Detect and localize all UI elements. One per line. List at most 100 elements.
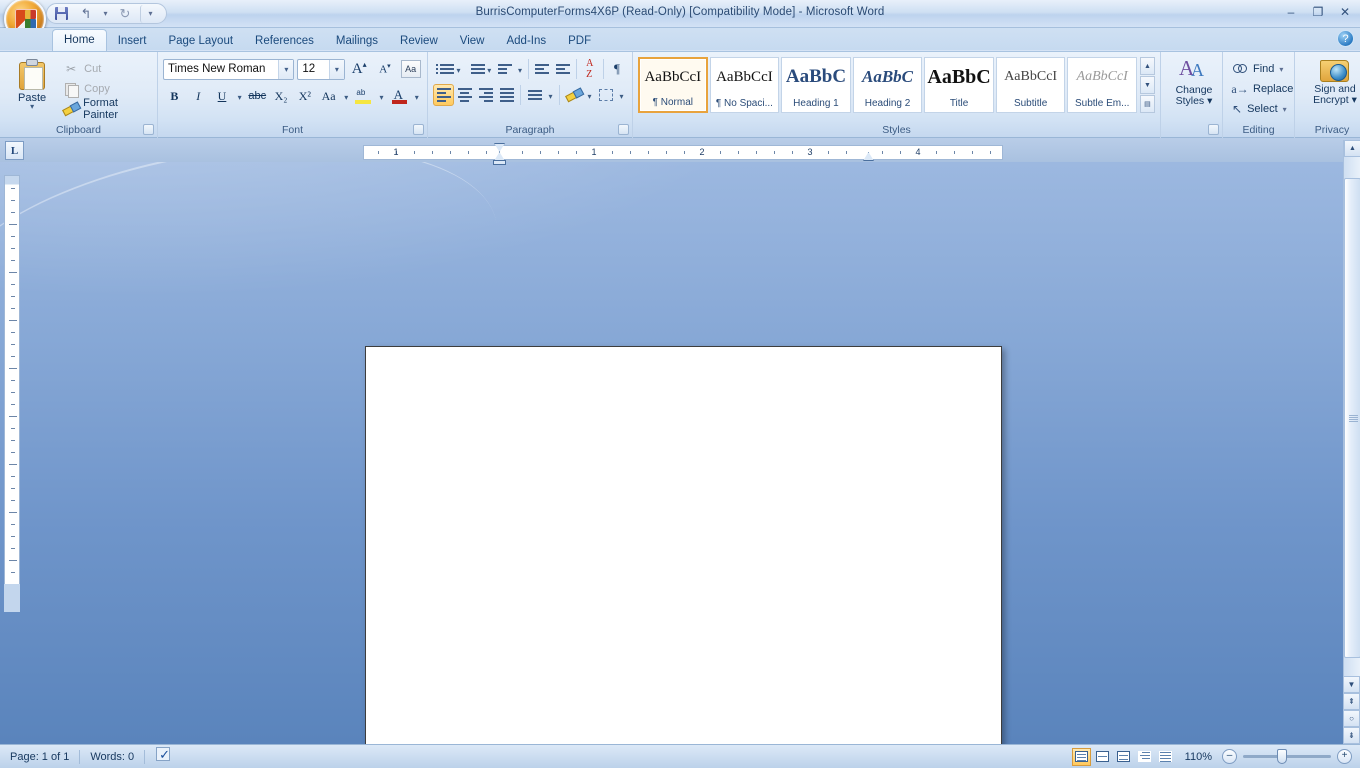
multilevel-dropdown[interactable]: ▾ bbox=[515, 58, 526, 80]
style-heading-2[interactable]: AaBbC Heading 2 bbox=[852, 57, 923, 113]
scroll-down-button[interactable]: ▼ bbox=[1343, 676, 1360, 693]
line-spacing-dropdown[interactable]: ▾ bbox=[545, 84, 556, 106]
scrollbar-thumb[interactable] bbox=[1344, 178, 1360, 658]
view-web-layout-button[interactable] bbox=[1114, 748, 1133, 766]
minimize-button[interactable]: – bbox=[1282, 4, 1300, 19]
format-painter-button[interactable]: Format Painter bbox=[59, 97, 152, 121]
vertical-scrollbar[interactable]: ▲ ▼ ⇞ ○ ⇟ bbox=[1343, 140, 1360, 744]
left-indent-marker[interactable] bbox=[493, 160, 506, 165]
style-no-spacing[interactable]: AaBbCcI ¶ No Spaci... bbox=[709, 57, 780, 113]
subscript-button[interactable]: X₂ bbox=[270, 85, 293, 107]
bullets-dropdown[interactable]: ▾ bbox=[453, 58, 464, 80]
change-case-dropdown[interactable]: ▾ bbox=[341, 85, 351, 107]
multilevel-list-button[interactable] bbox=[495, 58, 515, 80]
zoom-slider[interactable]: – + bbox=[1222, 749, 1352, 764]
italic-button[interactable]: I bbox=[187, 85, 210, 107]
justify-button[interactable] bbox=[496, 84, 517, 106]
style-normal[interactable]: AaBbCcI ¶ Normal bbox=[638, 57, 708, 113]
zoom-out-button[interactable]: – bbox=[1222, 749, 1237, 764]
zoom-thumb[interactable] bbox=[1277, 749, 1287, 764]
font-size-combo[interactable]: 12 ▾ bbox=[297, 58, 345, 80]
show-formatting-marks-button[interactable]: ¶ bbox=[607, 58, 627, 80]
strikethrough-button[interactable]: abc bbox=[246, 85, 269, 107]
sign-and-encrypt-button[interactable]: Sign and Encrypt ▾ bbox=[1300, 55, 1360, 117]
tab-review[interactable]: Review bbox=[389, 31, 449, 51]
grow-font-button[interactable]: A▴ bbox=[348, 58, 371, 80]
underline-dropdown[interactable]: ▾ bbox=[234, 85, 244, 107]
shading-dropdown[interactable]: ▾ bbox=[584, 84, 595, 106]
style-subtle-emphasis[interactable]: AaBbCcI Subtle Em... bbox=[1067, 57, 1137, 113]
font-dialog-launcher[interactable] bbox=[413, 124, 424, 135]
tab-mailings[interactable]: Mailings bbox=[325, 31, 389, 51]
previous-page-button[interactable]: ⇞ bbox=[1343, 693, 1360, 710]
word-count[interactable]: Words: 0 bbox=[80, 746, 144, 768]
view-full-screen-reading-button[interactable] bbox=[1093, 748, 1112, 766]
styles-dialog-launcher[interactable] bbox=[1208, 124, 1219, 135]
tab-stop-selector[interactable]: L bbox=[5, 141, 24, 160]
align-right-button[interactable] bbox=[475, 84, 496, 106]
paragraph-dialog-launcher[interactable] bbox=[618, 124, 629, 135]
scroll-up-button[interactable]: ▲ bbox=[1344, 140, 1360, 157]
tab-home[interactable]: Home bbox=[52, 29, 107, 51]
select-button[interactable]: ↖ Select ▾ bbox=[1228, 99, 1289, 119]
font-name-combo[interactable]: Times New Roman ▾ bbox=[163, 58, 295, 80]
clear-formatting-button[interactable]: Aa bbox=[399, 58, 422, 80]
font-color-button[interactable]: A bbox=[388, 85, 411, 107]
align-left-button[interactable] bbox=[433, 84, 454, 106]
bullets-button[interactable] bbox=[433, 58, 455, 80]
style-subtitle[interactable]: AaBbCcI Subtitle bbox=[995, 57, 1066, 113]
change-styles-button[interactable]: AA Change Styles ▾ bbox=[1166, 55, 1222, 117]
highlight-dropdown[interactable]: ▾ bbox=[376, 85, 386, 107]
borders-dropdown[interactable]: ▾ bbox=[616, 84, 627, 106]
borders-button[interactable] bbox=[595, 84, 616, 106]
page-indicator[interactable]: Page: 1 of 1 bbox=[0, 746, 79, 768]
next-page-button[interactable]: ⇟ bbox=[1343, 727, 1360, 744]
tab-page-layout[interactable]: Page Layout bbox=[157, 31, 244, 51]
zoom-track[interactable] bbox=[1243, 749, 1331, 764]
tab-insert[interactable]: Insert bbox=[107, 31, 158, 51]
close-button[interactable]: ✕ bbox=[1336, 4, 1354, 19]
tab-add-ins[interactable]: Add-Ins bbox=[495, 31, 557, 51]
shading-button[interactable] bbox=[563, 84, 584, 106]
highlight-button[interactable]: ab bbox=[352, 85, 375, 107]
align-center-button[interactable] bbox=[454, 84, 475, 106]
line-spacing-button[interactable] bbox=[524, 84, 545, 106]
select-browse-object-button[interactable]: ○ bbox=[1343, 710, 1360, 727]
copy-button[interactable]: Copy bbox=[59, 79, 152, 99]
find-button[interactable]: Find ▾ bbox=[1228, 59, 1289, 79]
tab-references[interactable]: References bbox=[244, 31, 325, 51]
style-title[interactable]: AaBbC Title bbox=[924, 57, 994, 113]
cut-button[interactable]: ✂ Cut bbox=[59, 59, 152, 79]
zoom-in-button[interactable]: + bbox=[1337, 749, 1352, 764]
underline-button[interactable]: U bbox=[211, 85, 234, 107]
tab-pdf[interactable]: PDF bbox=[557, 31, 602, 51]
replace-button[interactable]: a→ Replace bbox=[1228, 79, 1293, 99]
increase-indent-button[interactable] bbox=[553, 58, 573, 80]
font-color-dropdown[interactable]: ▾ bbox=[412, 85, 422, 107]
shrink-font-button[interactable]: A▾ bbox=[374, 58, 397, 80]
styles-more-button[interactable]: ▤ bbox=[1139, 95, 1155, 113]
horizontal-ruler[interactable]: 1 1 2 3 4 bbox=[363, 145, 1003, 160]
styles-scroll-up-button[interactable]: ▲ bbox=[1139, 57, 1155, 75]
strikethrough-icon: abc bbox=[248, 90, 267, 102]
style-heading-1[interactable]: AaBbC Heading 1 bbox=[781, 57, 851, 113]
decrease-indent-button[interactable] bbox=[532, 58, 552, 80]
view-draft-button[interactable] bbox=[1156, 748, 1175, 766]
change-case-button[interactable]: Aa bbox=[317, 85, 340, 107]
numbering-button[interactable] bbox=[464, 58, 485, 80]
help-icon[interactable]: ? bbox=[1337, 30, 1354, 47]
restore-button[interactable]: ❐ bbox=[1309, 4, 1327, 19]
clipboard-dialog-launcher[interactable] bbox=[143, 124, 154, 135]
proofing-status-button[interactable] bbox=[145, 746, 165, 768]
vertical-ruler[interactable] bbox=[4, 175, 20, 612]
superscript-button[interactable]: X² bbox=[293, 85, 316, 107]
styles-scroll-down-button[interactable]: ▼ bbox=[1139, 76, 1155, 94]
bold-button[interactable]: B bbox=[163, 85, 186, 107]
numbering-dropdown[interactable]: ▾ bbox=[484, 58, 495, 80]
document-page[interactable] bbox=[365, 346, 1002, 768]
zoom-level[interactable]: 110% bbox=[1177, 751, 1220, 763]
view-print-layout-button[interactable] bbox=[1071, 747, 1091, 766]
sort-button[interactable]: AZ bbox=[580, 58, 600, 80]
tab-view[interactable]: View bbox=[449, 31, 496, 51]
view-outline-button[interactable] bbox=[1135, 748, 1154, 766]
